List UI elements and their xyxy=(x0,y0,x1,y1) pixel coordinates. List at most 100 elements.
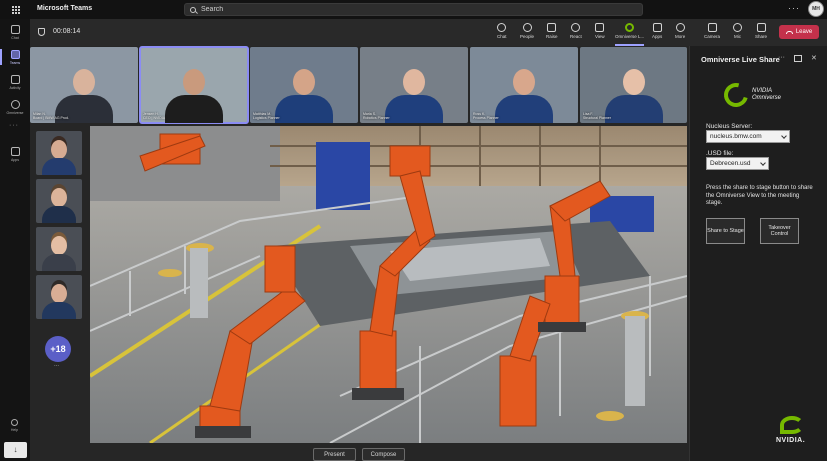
chat-icon xyxy=(497,23,507,32)
rail-item-activity[interactable]: Activity xyxy=(0,72,30,96)
app-launcher-icon[interactable] xyxy=(11,5,20,14)
rail-item-apps[interactable]: Apps xyxy=(0,144,30,168)
participant-tile[interactable]: Maria S. Robotics Planner xyxy=(360,47,468,123)
overflow-dots: ... xyxy=(54,362,60,368)
rail-more-button[interactable]: ··· xyxy=(9,122,19,129)
nvidia-eye-icon xyxy=(780,416,804,434)
nucleus-select[interactable]: nucleus.bmw.com xyxy=(706,130,790,143)
avatar[interactable]: MH xyxy=(808,1,824,17)
people-icon xyxy=(522,23,532,32)
rail-item-chat[interactable]: Chat xyxy=(0,22,30,46)
participant-video xyxy=(165,69,223,123)
participant-role-text: Board | BMW AG Prod. xyxy=(33,116,69,120)
more-icon xyxy=(675,23,685,32)
side-participant-tile[interactable] xyxy=(36,131,82,175)
toolbar-people-button[interactable]: People xyxy=(520,23,534,43)
participant-head xyxy=(51,284,67,303)
toolbar-view-button[interactable]: View xyxy=(595,23,605,43)
search-input[interactable] xyxy=(201,6,601,13)
participant-body xyxy=(42,206,76,223)
omniverse-shared-view[interactable] xyxy=(90,126,687,443)
participant-role-text: CEO | NVIDIA xyxy=(143,116,166,120)
apps-icon xyxy=(10,147,20,156)
meeting-timer: 00:08:14 xyxy=(53,28,81,35)
phone-icon xyxy=(785,30,793,34)
participant-head xyxy=(51,236,67,255)
participant-video xyxy=(275,69,333,123)
factory-scene xyxy=(90,126,687,443)
participant-head xyxy=(51,140,67,159)
nvidia-wordmark: NVIDIA. xyxy=(776,437,806,444)
participant-name: Lisa F. Structural Planner xyxy=(583,112,611,120)
rail-label: Apps xyxy=(11,158,19,162)
participant-tile[interactable]: Jensen H. CEO | NVIDIA xyxy=(139,46,249,124)
react-icon xyxy=(571,23,581,32)
rail-item-omniverse[interactable]: Omniverse xyxy=(0,97,30,121)
participant-video xyxy=(604,69,663,123)
participant-tile[interactable]: Matthias M. Logistics Planner xyxy=(250,47,358,123)
participant-tile[interactable]: Lisa F. Structural Planner xyxy=(580,47,687,123)
logo-line-1: NVIDIA xyxy=(752,88,773,94)
rail-item-help[interactable]: Help xyxy=(7,419,22,439)
raise-hand-icon xyxy=(547,23,557,32)
overflow-participants-button[interactable]: +18 xyxy=(45,336,71,362)
participant-video xyxy=(495,69,553,123)
app-title: Microsoft Teams xyxy=(37,5,93,12)
side-participant-tile[interactable] xyxy=(36,179,82,223)
nucleus-label: Nucleus Server: xyxy=(706,123,753,130)
participant-body xyxy=(42,302,76,319)
toolbar-raise-button[interactable]: Raise xyxy=(546,23,558,43)
participant-role-text: Logistics Planner xyxy=(253,116,280,120)
title-more-button[interactable]: ··· xyxy=(788,3,800,13)
toolbar-label: Chat xyxy=(497,34,507,39)
download-icon[interactable]: ↓ xyxy=(4,442,27,458)
side-participant-tile[interactable] xyxy=(36,227,82,271)
takeover-control-button[interactable]: Takeover Control xyxy=(760,218,799,244)
panel-header-actions: ··· ✕ xyxy=(778,54,817,62)
toolbar-omniverse-button[interactable]: Omniverse L... xyxy=(615,23,645,46)
rail-label: Teams xyxy=(9,61,21,65)
leave-button[interactable]: Leave xyxy=(779,25,819,39)
close-icon[interactable]: ✕ xyxy=(811,54,817,62)
popout-icon[interactable] xyxy=(794,55,802,62)
search-box[interactable] xyxy=(184,3,643,16)
help-icon xyxy=(11,419,18,426)
participant-name: Milan N. Board | BMW AG Prod. xyxy=(33,112,69,120)
panel-more-button[interactable]: ··· xyxy=(778,54,785,62)
toolbar-more-button[interactable]: More xyxy=(675,23,685,43)
rail-item-teams[interactable]: Teams xyxy=(0,47,30,71)
participant-role-text: Robotics Planner xyxy=(363,116,390,120)
participant-body xyxy=(42,158,76,175)
present-button[interactable]: Present xyxy=(313,448,356,461)
side-participant-tile[interactable] xyxy=(36,275,82,319)
shield-icon xyxy=(38,28,45,36)
toolbar-apps-button[interactable]: Apps xyxy=(652,23,662,43)
camera-button[interactable]: Camera xyxy=(704,23,720,43)
rail-label: Omniverse xyxy=(6,111,24,115)
panel-title: Omniverse Live Share xyxy=(701,55,780,64)
participant-tile[interactable]: Milan N. Board | BMW AG Prod. xyxy=(30,47,138,123)
omniverse-icon xyxy=(10,100,20,109)
participant-name: Maria S. Robotics Planner xyxy=(363,112,390,120)
mic-button[interactable]: Mic xyxy=(733,23,742,43)
participant-body xyxy=(42,254,76,271)
toolbar-label: Apps xyxy=(652,34,663,39)
toolbar-chat-button[interactable]: Chat xyxy=(497,23,507,43)
share-icon xyxy=(756,23,766,32)
share-to-stage-button[interactable]: Share to Stage xyxy=(706,218,745,244)
title-bar: Microsoft Teams ··· MH xyxy=(0,0,827,19)
participant-tile[interactable]: Ross K. Process Planner xyxy=(470,47,578,123)
apps-icon xyxy=(652,23,662,32)
chevron-down-icon xyxy=(760,160,766,166)
compose-button[interactable]: Compose xyxy=(362,448,405,461)
share-button[interactable]: Share xyxy=(755,23,767,43)
mic-icon xyxy=(733,23,742,32)
toolbar-label: React xyxy=(570,34,582,39)
chevron-down-icon xyxy=(781,133,787,139)
usd-select[interactable]: Debrecen.usd xyxy=(706,157,769,170)
participant-video xyxy=(385,69,443,123)
teams-icon xyxy=(10,50,20,59)
usd-label: .USD file: xyxy=(706,150,734,157)
toolbar-react-button[interactable]: React xyxy=(570,23,582,43)
omniverse-icon xyxy=(625,23,635,32)
